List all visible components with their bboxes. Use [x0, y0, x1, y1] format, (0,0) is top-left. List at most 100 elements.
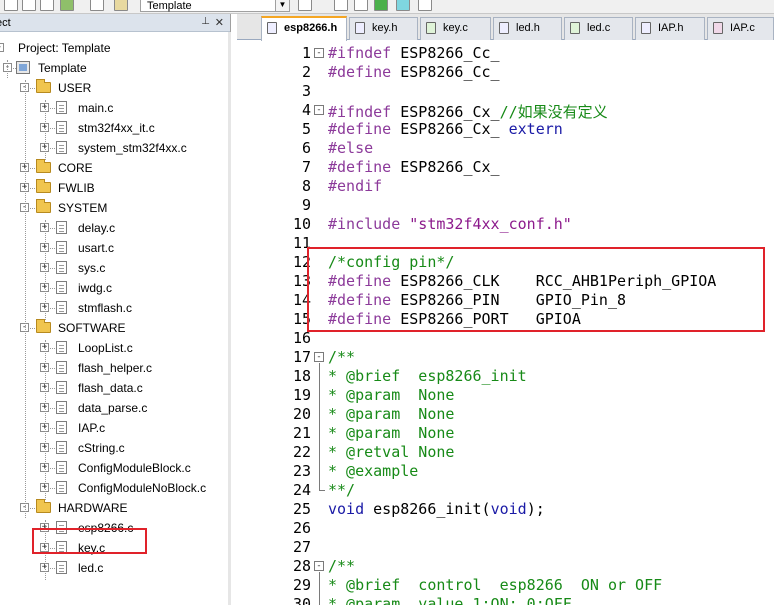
- toolbar-button-9[interactable]: [396, 0, 410, 11]
- target-select[interactable]: Template ▼: [140, 0, 290, 12]
- code-line[interactable]: 21 * @param None: [237, 424, 774, 443]
- code-line[interactable]: 17-/**: [237, 348, 774, 367]
- folder-icon: [36, 199, 51, 213]
- code-text: * @param None: [328, 405, 454, 423]
- tab-key-c[interactable]: key.c: [420, 17, 491, 40]
- line-number: 5: [301, 120, 311, 138]
- tree-item[interactable]: + CORE: [0, 158, 228, 178]
- code-line[interactable]: 10 #include "stm32f4xx_conf.h": [237, 215, 774, 234]
- toolbar-button-2[interactable]: [22, 0, 36, 11]
- toolbar-button-10[interactable]: [418, 0, 432, 11]
- code-line[interactable]: 26: [237, 519, 774, 538]
- close-icon[interactable]: ✕: [215, 16, 224, 29]
- code-text: * @retval None: [328, 443, 454, 461]
- fold-toggle-icon[interactable]: -: [314, 352, 324, 362]
- tree-item[interactable]: - Template: [0, 58, 228, 78]
- tree-connector: [30, 168, 35, 169]
- project-panel-scrollbar[interactable]: [228, 32, 231, 605]
- code-line[interactable]: 19 * @param None: [237, 386, 774, 405]
- tree-item[interactable]: - SOFTWARE: [0, 318, 228, 338]
- tree-item[interactable]: - SYSTEM: [0, 198, 228, 218]
- tree-item[interactable]: + FWLIB: [0, 178, 228, 198]
- toolbar-button-5[interactable]: [90, 0, 104, 11]
- code-line[interactable]: 24 **/: [237, 481, 774, 500]
- code-text: #else: [328, 139, 373, 157]
- toolbar-button-6[interactable]: [334, 0, 348, 11]
- code-line[interactable]: 4- #ifndef ESP8266_Cx_//如果没有定义: [237, 101, 774, 121]
- code-line[interactable]: 5 #define ESP8266_Cx_ extern: [237, 120, 774, 139]
- tree-item[interactable]: + ConfigModuleBlock.c: [0, 458, 228, 478]
- code-line[interactable]: 29 * @brief control esp8266 ON or OFF: [237, 576, 774, 595]
- tree-item[interactable]: + stmflash.c: [0, 298, 228, 318]
- tree-connector: [50, 288, 55, 289]
- tree-item[interactable]: + usart.c: [0, 238, 228, 258]
- tab-iap-h[interactable]: IAP.h: [635, 17, 705, 40]
- code-token: );: [526, 500, 545, 518]
- code-line[interactable]: 22 * @retval None: [237, 443, 774, 462]
- code-line[interactable]: 20 * @param None: [237, 405, 774, 424]
- code-line[interactable]: 30 * @param value 1:ON; 0:OFF: [237, 595, 774, 605]
- code-line[interactable]: 18 * @brief esp8266_init: [237, 367, 774, 386]
- code-line[interactable]: 2 #define ESP8266_Cc_: [237, 63, 774, 82]
- fold-toggle-icon[interactable]: -: [314, 48, 324, 58]
- tab-iap-c[interactable]: IAP.c: [707, 17, 774, 40]
- tab-label: led.h: [516, 22, 540, 34]
- tree-connector: [30, 508, 35, 509]
- tree-item[interactable]: + sys.c: [0, 258, 228, 278]
- tree-item[interactable]: - USER: [0, 78, 228, 98]
- toolbar-button-4[interactable]: [60, 0, 74, 11]
- highlight-box-config-pin: [307, 247, 765, 332]
- chevron-down-icon[interactable]: ▼: [275, 0, 289, 11]
- tree-item[interactable]: + flash_data.c: [0, 378, 228, 398]
- tab-label: IAP.h: [658, 22, 684, 34]
- line-number: 3: [301, 82, 311, 100]
- fold-toggle-icon[interactable]: -: [314, 105, 324, 115]
- toolbar-button-7[interactable]: [354, 0, 368, 11]
- tree-item[interactable]: + system_stm32f4xx.c: [0, 138, 228, 158]
- collapse-icon[interactable]: -: [0, 43, 4, 52]
- code-line[interactable]: 28-/**: [237, 557, 774, 576]
- tree-item[interactable]: + ConfigModuleNoBlock.c: [0, 478, 228, 498]
- code-line[interactable]: 9: [237, 196, 774, 215]
- toolbar-button-1[interactable]: [4, 0, 18, 11]
- tree-item[interactable]: + data_parse.c: [0, 398, 228, 418]
- line-number: 10: [292, 215, 311, 233]
- tree-connector: [50, 568, 55, 569]
- target-options-icon[interactable]: [298, 0, 312, 11]
- tree-item[interactable]: - HARDWARE: [0, 498, 228, 518]
- toolbar-button-3[interactable]: [40, 0, 54, 11]
- tree-item[interactable]: + LoopList.c: [0, 338, 228, 358]
- tab-key-h[interactable]: key.h: [349, 17, 418, 40]
- tree-connector: [30, 88, 35, 89]
- tab-led-c[interactable]: led.c: [564, 17, 633, 40]
- tree-item[interactable]: - Project: Template: [0, 38, 228, 58]
- tree-item[interactable]: + stm32f4xx_it.c: [0, 118, 228, 138]
- tree-item[interactable]: + led.c: [0, 558, 228, 578]
- tree-item[interactable]: + IAP.c: [0, 418, 228, 438]
- code-line[interactable]: 25 void esp8266_init(void);: [237, 500, 774, 519]
- tree-item[interactable]: + main.c: [0, 98, 228, 118]
- tree-connector: [50, 348, 55, 349]
- pin-icon[interactable]: ⊥: [201, 16, 210, 27]
- code-line[interactable]: 6 #else: [237, 139, 774, 158]
- file-icon: [56, 101, 67, 114]
- toolbar-button-8[interactable]: [374, 0, 388, 11]
- tab-led-h[interactable]: led.h: [493, 17, 562, 40]
- code-token: * @retval None: [328, 443, 455, 461]
- code-line[interactable]: 1- #ifndef ESP8266_Cc_: [237, 44, 774, 63]
- line-number: 24: [292, 481, 311, 499]
- download-icon[interactable]: [114, 0, 128, 11]
- tree-item-label: led.c: [78, 561, 104, 575]
- tree-item[interactable]: + flash_helper.c: [0, 358, 228, 378]
- tree-item[interactable]: + iwdg.c: [0, 278, 228, 298]
- code-line[interactable]: 3: [237, 82, 774, 101]
- code-line[interactable]: 7 #define ESP8266_Cx_: [237, 158, 774, 177]
- code-line[interactable]: 23 * @example: [237, 462, 774, 481]
- code-line[interactable]: 27: [237, 538, 774, 557]
- code-line[interactable]: 8 #endif: [237, 177, 774, 196]
- fold-toggle-icon[interactable]: -: [314, 561, 324, 571]
- tree-item-label: flash_data.c: [78, 381, 143, 395]
- tree-item[interactable]: + delay.c: [0, 218, 228, 238]
- tab-esp8266-h[interactable]: esp8266.h: [261, 16, 347, 41]
- tree-item[interactable]: + cString.c: [0, 438, 228, 458]
